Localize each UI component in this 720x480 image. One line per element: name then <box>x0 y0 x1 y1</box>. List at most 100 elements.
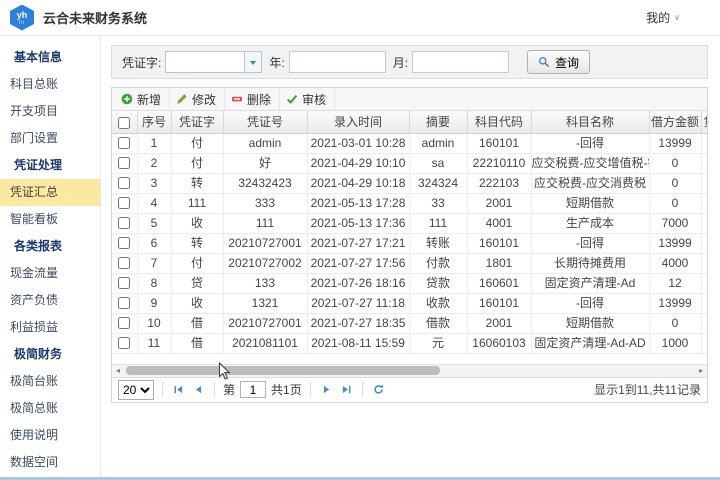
next-page-button[interactable] <box>319 384 334 395</box>
sidebar-item-1[interactable]: 科目总账 <box>0 71 100 98</box>
table-cell: -回得 <box>531 293 649 313</box>
row-checkbox-cell <box>112 333 137 353</box>
main-content: 凭证字: 年: 月: 查询 新增修改删除审核 <box>101 36 720 477</box>
column-header-4[interactable]: 摘要 <box>409 111 467 133</box>
add-button[interactable]: 新增 <box>115 89 170 110</box>
table-cell: 2001 <box>467 313 531 333</box>
sidebar-item-5[interactable]: 凭证汇总 <box>0 179 100 206</box>
table-cell <box>701 133 707 153</box>
scrollbar-track[interactable] <box>124 366 695 375</box>
horizontal-scrollbar[interactable]: ◂ ▸ <box>112 364 707 377</box>
table-cell: 13999 <box>649 293 701 313</box>
row-checkbox[interactable] <box>118 257 130 269</box>
column-header-1[interactable]: 凭证字 <box>171 111 223 133</box>
month-input[interactable] <box>412 51 509 73</box>
table-row[interactable]: 9收13212021-07-27 11:18收款160101-回得13999 <box>112 293 707 313</box>
refresh-button[interactable] <box>371 384 386 395</box>
table-row[interactable]: 6转202107270012021-07-27 17:21转账160101-回得… <box>112 233 707 253</box>
row-checkbox[interactable] <box>118 137 130 149</box>
row-checkbox-cell <box>112 313 137 333</box>
table-cell: 4001 <box>467 213 531 233</box>
sidebar-item-3[interactable]: 部门设置 <box>0 125 100 152</box>
row-checkbox[interactable] <box>118 337 130 349</box>
select-all-checkbox[interactable] <box>118 117 130 129</box>
month-label: 月: <box>393 54 408 71</box>
delete-button[interactable]: 删除 <box>225 89 280 110</box>
table-cell: 2 <box>137 153 171 173</box>
search-button[interactable]: 查询 <box>527 50 590 74</box>
sidebar-item-10[interactable]: 利益损益 <box>0 314 100 341</box>
chevron-down-icon: ∨ <box>674 13 680 22</box>
sidebar-item-2[interactable]: 开支项目 <box>0 98 100 125</box>
row-checkbox[interactable] <box>118 297 130 309</box>
table-cell: 2021081101 <box>223 333 307 353</box>
column-header-7[interactable]: 借方金额 <box>649 111 701 133</box>
table-row[interactable]: 5收1112021-05-13 17:361114001生产成本7000 <box>112 213 707 233</box>
sidebar-item-14[interactable]: 使用说明 <box>0 422 100 449</box>
toolbar-button-label: 修改 <box>192 91 216 108</box>
table-row[interactable]: 10借202107270012021-07-27 18:35借款2001短期借款… <box>112 313 707 333</box>
sidebar-section-11[interactable]: 极简财务 <box>0 341 100 368</box>
sidebar-section-4[interactable]: 凭证处理 <box>0 152 100 179</box>
table-row[interactable]: 11借20210811012021-08-11 15:59元16060103固定… <box>112 333 707 353</box>
approve-button[interactable]: 审核 <box>280 89 335 110</box>
column-header-3[interactable]: 录入时间 <box>307 111 409 133</box>
page-number-input[interactable] <box>240 381 266 398</box>
table-cell: 2021-04-29 10:10 <box>307 153 409 173</box>
prev-page-button[interactable] <box>191 384 206 395</box>
table-cell <box>701 213 707 233</box>
column-header-5[interactable]: 科目代码 <box>467 111 531 133</box>
table-row[interactable]: 1付admin2021-03-01 10:28admin160101-回得139… <box>112 133 707 153</box>
row-checkbox[interactable] <box>118 237 130 249</box>
pager-divider <box>214 382 215 397</box>
table-cell <box>701 153 707 173</box>
sidebar-item-15[interactable]: 数据空间 <box>0 449 100 476</box>
column-header-8[interactable]: 贷方金额 <box>701 111 707 133</box>
sidebar-item-13[interactable]: 极简总账 <box>0 395 100 422</box>
sidebar-item-9[interactable]: 资产负债 <box>0 287 100 314</box>
voucher-word-value <box>166 52 244 72</box>
row-checkbox[interactable] <box>118 317 130 329</box>
table-row[interactable]: 3转324324232021-04-29 10:18324324222103应交… <box>112 173 707 193</box>
scrollbar-thumb[interactable] <box>126 366 440 375</box>
last-page-button[interactable] <box>339 384 354 395</box>
search-icon <box>538 56 550 68</box>
scroll-left-arrow-icon[interactable]: ◂ <box>112 365 124 377</box>
row-checkbox[interactable] <box>118 277 130 289</box>
year-input[interactable] <box>289 51 386 73</box>
first-page-button[interactable] <box>171 384 186 395</box>
table-cell: 160101 <box>467 133 531 153</box>
row-checkbox[interactable] <box>118 157 130 169</box>
scroll-right-arrow-icon[interactable]: ▸ <box>695 365 707 377</box>
combo-chevron-down-icon[interactable] <box>244 52 261 72</box>
table-row[interactable]: 41113332021-05-13 17:28332001短期借款0 <box>112 193 707 213</box>
row-checkbox[interactable] <box>118 217 130 229</box>
table-cell: 借 <box>171 313 223 333</box>
table-cell: 1000 <box>649 333 701 353</box>
column-header-6[interactable]: 科目名称 <box>531 111 649 133</box>
row-checkbox[interactable] <box>118 197 130 209</box>
table-cell <box>701 313 707 333</box>
table-row[interactable]: 2付好2021-04-29 10:10sa22210110应交税费-应交增值税-… <box>112 153 707 173</box>
row-checkbox-cell <box>112 253 137 273</box>
row-checkbox-cell <box>112 293 137 313</box>
table-cell: sa <box>409 153 467 173</box>
page-label-prefix: 第 <box>223 381 235 398</box>
row-checkbox[interactable] <box>118 177 130 189</box>
sidebar-item-6[interactable]: 智能看板 <box>0 206 100 233</box>
voucher-word-select[interactable] <box>165 51 262 73</box>
edit-button[interactable]: 修改 <box>170 89 225 110</box>
table-cell: 6 <box>137 233 171 253</box>
table-row[interactable]: 8贷1332021-07-26 18:16贷款160601固定资产清理-Ad12 <box>112 273 707 293</box>
sidebar-section-7[interactable]: 各类报表 <box>0 233 100 260</box>
sidebar-section-0[interactable]: 基本信息 <box>0 44 100 71</box>
column-header-0[interactable]: 序号 <box>137 111 171 133</box>
sidebar-item-12[interactable]: 极简台账 <box>0 368 100 395</box>
table-cell: 2021-03-01 10:28 <box>307 133 409 153</box>
table-cell: 111 <box>223 213 307 233</box>
sidebar-item-8[interactable]: 现金流量 <box>0 260 100 287</box>
user-menu[interactable]: 我的 ∨ <box>646 9 680 26</box>
column-header-2[interactable]: 凭证号 <box>223 111 307 133</box>
page-size-select[interactable]: 20 <box>118 380 154 400</box>
table-row[interactable]: 7付202107270022021-07-27 17:56付款1801长期待摊费… <box>112 253 707 273</box>
